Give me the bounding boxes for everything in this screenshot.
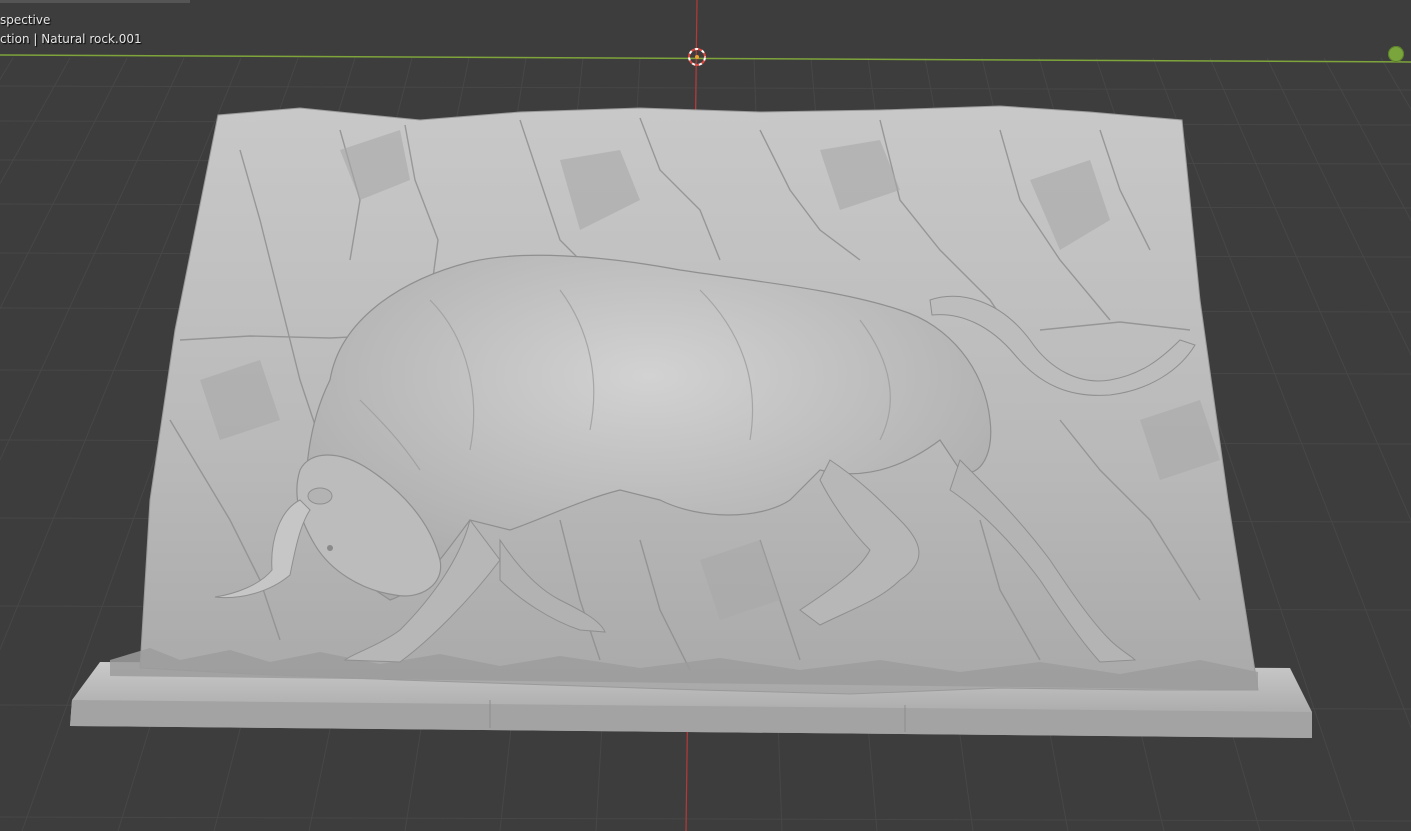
3d-cursor-icon[interactable] xyxy=(686,46,708,68)
header-edge xyxy=(0,0,190,3)
3d-viewport[interactable]: spective ction | Natural rock.001 xyxy=(0,0,1411,831)
view-label: spective xyxy=(0,13,51,27)
navigation-gizmo-icon[interactable] xyxy=(1388,46,1404,62)
viewport-scene[interactable] xyxy=(0,0,1411,831)
collection-label: ction | Natural rock.001 xyxy=(0,32,142,46)
